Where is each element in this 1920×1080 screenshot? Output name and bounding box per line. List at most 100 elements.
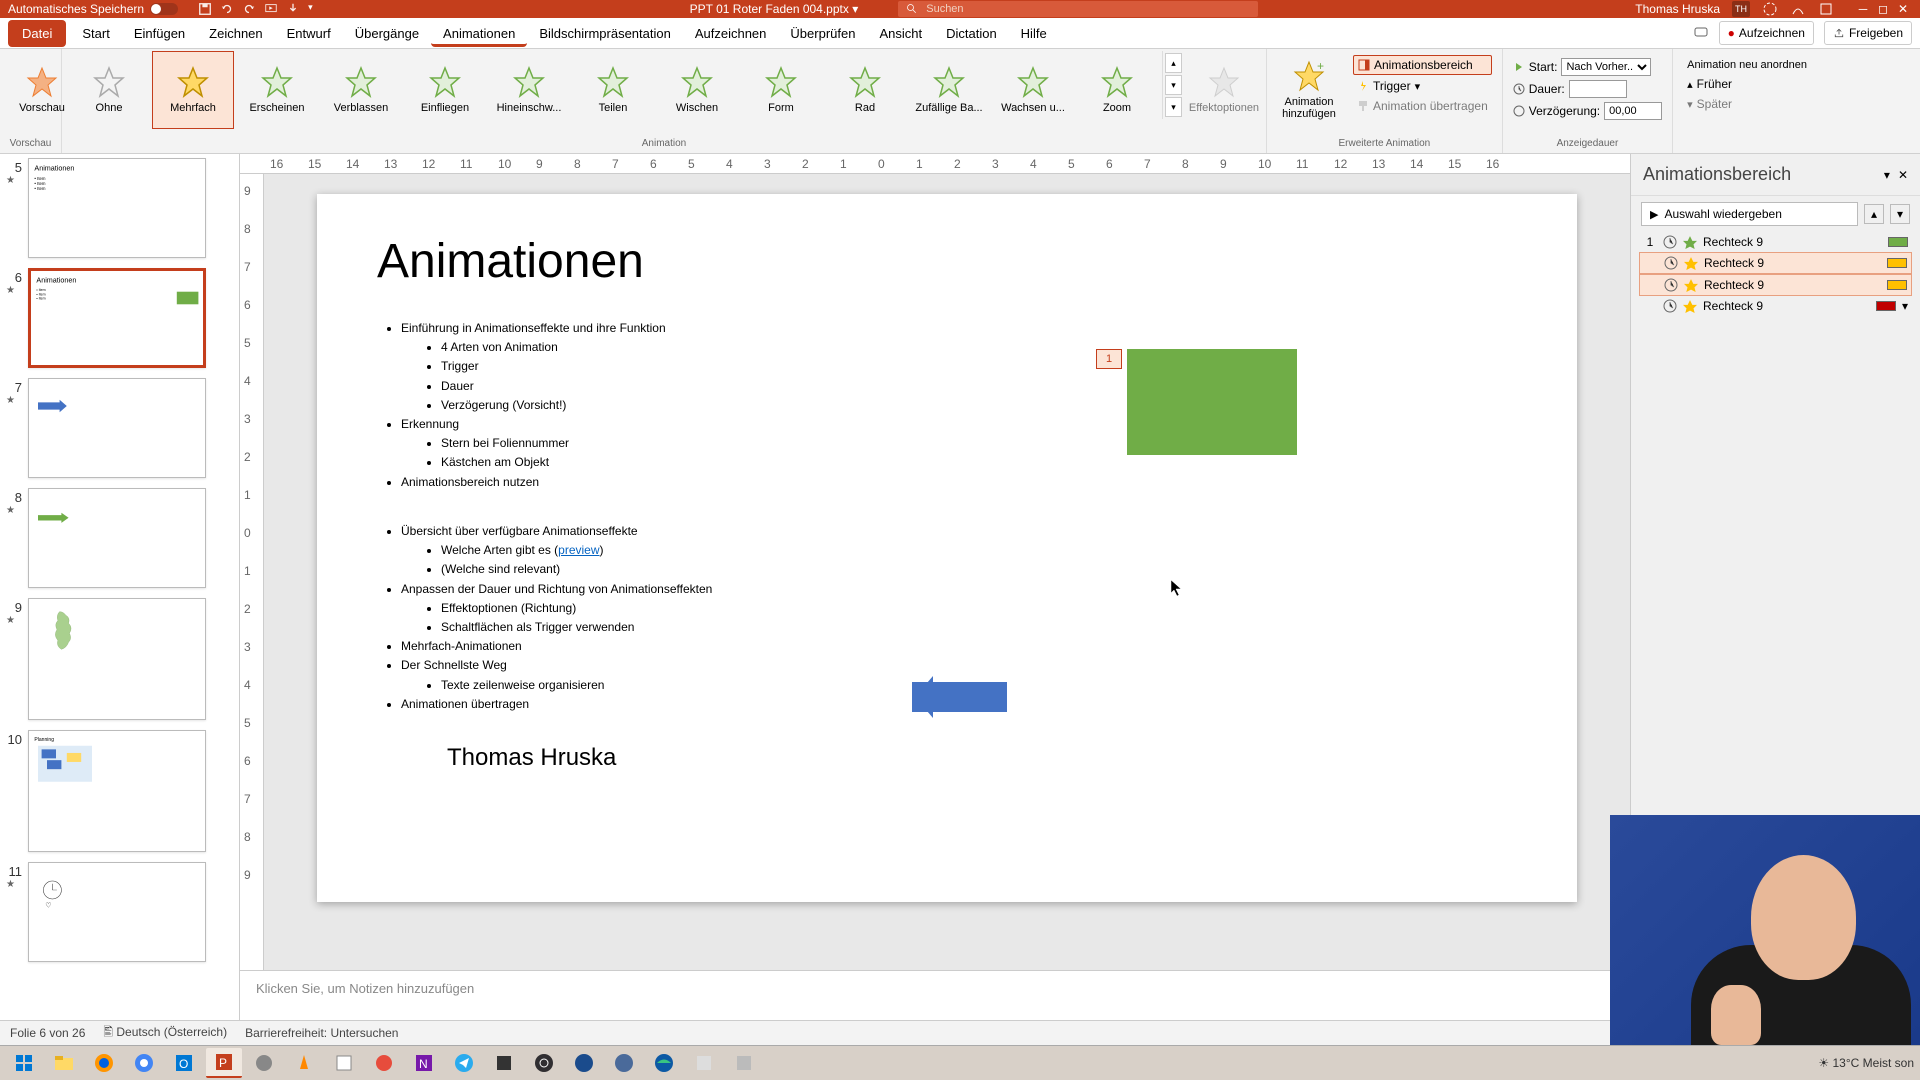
outlook-icon[interactable]: O bbox=[166, 1048, 202, 1078]
record-button[interactable]: ●Aufzeichnen bbox=[1719, 21, 1814, 45]
gallery-down-icon[interactable]: ▾ bbox=[1165, 75, 1182, 95]
anim-wachsenu[interactable]: Wachsen u... bbox=[992, 51, 1074, 129]
anim-mehrfach[interactable]: Mehrfach bbox=[152, 51, 234, 129]
obs-icon[interactable] bbox=[526, 1048, 562, 1078]
menu-zeichnen[interactable]: Zeichnen bbox=[197, 20, 274, 47]
anim-form[interactable]: Form bbox=[740, 51, 822, 129]
slide-bullets[interactable]: Einführung in Animationseffekte und ihre… bbox=[377, 319, 1517, 714]
touch-icon[interactable] bbox=[286, 2, 300, 16]
anim-hineinschw[interactable]: Hineinschw... bbox=[488, 51, 570, 129]
anim-zuflligeba[interactable]: Zufällige Ba... bbox=[908, 51, 990, 129]
app-icon-3[interactable] bbox=[366, 1048, 402, 1078]
menu-aufzeichnen[interactable]: Aufzeichnen bbox=[683, 20, 779, 47]
add-animation-button[interactable]: + Animation hinzufügen bbox=[1273, 51, 1345, 129]
user-avatar[interactable]: TH bbox=[1732, 1, 1750, 17]
save-icon[interactable] bbox=[198, 2, 212, 16]
app-icon-2[interactable] bbox=[326, 1048, 362, 1078]
start-select[interactable]: Nach Vorher... bbox=[1561, 58, 1651, 76]
menu-bildschirmpräsentation[interactable]: Bildschirmpräsentation bbox=[527, 20, 683, 47]
thumbnail-9[interactable] bbox=[28, 598, 206, 720]
powerpoint-icon[interactable]: P bbox=[206, 1048, 242, 1078]
anim-pane-dropdown-icon[interactable]: ▾ bbox=[1884, 168, 1890, 182]
menu-übergänge[interactable]: Übergänge bbox=[343, 20, 431, 47]
filename[interactable]: PPT 01 Roter Faden 004.pptx ▾ bbox=[690, 2, 859, 16]
delay-input[interactable] bbox=[1604, 102, 1662, 120]
anim-erscheinen[interactable]: Erscheinen bbox=[236, 51, 318, 129]
menu-hilfe[interactable]: Hilfe bbox=[1009, 20, 1059, 47]
animation-tag[interactable]: 1 bbox=[1096, 349, 1122, 369]
anim-zoom[interactable]: Zoom bbox=[1076, 51, 1158, 129]
present-icon[interactable] bbox=[264, 2, 278, 16]
app-icon-1[interactable] bbox=[246, 1048, 282, 1078]
slide-author[interactable]: Thomas Hruska bbox=[377, 744, 1517, 772]
undo-icon[interactable] bbox=[220, 2, 234, 16]
weather-widget[interactable]: ☀ 13°C Meist son bbox=[1818, 1056, 1914, 1070]
draw-icon[interactable] bbox=[1790, 1, 1806, 17]
onenote-icon[interactable]: N bbox=[406, 1048, 442, 1078]
play-selection-button[interactable]: ▶ Auswahl wiedergeben bbox=[1641, 202, 1858, 226]
slide[interactable]: Animationen Einführung in Animationseffe… bbox=[317, 194, 1577, 902]
thumbnail-10[interactable]: Planning bbox=[28, 730, 206, 852]
sync-icon[interactable] bbox=[1762, 1, 1778, 17]
slide-canvas[interactable]: Animationen Einführung in Animationseffe… bbox=[264, 174, 1630, 970]
comments-icon[interactable] bbox=[1693, 25, 1709, 41]
chrome-icon[interactable] bbox=[126, 1048, 162, 1078]
anim-pane-button[interactable]: Animationsbereich bbox=[1353, 55, 1492, 75]
gallery-more-icon[interactable]: ▾ bbox=[1165, 97, 1182, 117]
anim-teilen[interactable]: Teilen bbox=[572, 51, 654, 129]
thumbnail-5[interactable]: Animationen• Item• Item• Item bbox=[28, 158, 206, 258]
anim-verblassen[interactable]: Verblassen bbox=[320, 51, 402, 129]
maximize-button[interactable]: ◻ bbox=[1874, 2, 1892, 16]
menu-animationen[interactable]: Animationen bbox=[431, 20, 527, 47]
search-input[interactable] bbox=[926, 3, 1250, 15]
user-name[interactable]: Thomas Hruska bbox=[1635, 2, 1720, 16]
anim-list-item[interactable]: Rechteck 9▾ bbox=[1639, 296, 1912, 316]
blue-arrow[interactable] bbox=[912, 682, 1007, 712]
app-icon-7[interactable] bbox=[686, 1048, 722, 1078]
thumbnail-11[interactable]: ♡ bbox=[28, 862, 206, 962]
menu-einfügen[interactable]: Einfügen bbox=[122, 20, 197, 47]
firefox-icon[interactable] bbox=[86, 1048, 122, 1078]
app-icon-4[interactable] bbox=[486, 1048, 522, 1078]
menu-überprüfen[interactable]: Überprüfen bbox=[778, 20, 867, 47]
anim-list-item[interactable]: Rechteck 9 bbox=[1639, 252, 1912, 274]
slide-title[interactable]: Animationen bbox=[377, 234, 1517, 289]
anim-rad[interactable]: Rad bbox=[824, 51, 906, 129]
autosave-toggle[interactable]: Automatisches Speichern bbox=[8, 2, 178, 16]
menu-start[interactable]: Start bbox=[70, 20, 121, 47]
green-rectangle[interactable] bbox=[1127, 349, 1297, 455]
share-button[interactable]: Freigeben bbox=[1824, 21, 1912, 45]
thumbnail-6[interactable]: Animationen• Item• Item• Item bbox=[28, 268, 206, 368]
menu-entwurf[interactable]: Entwurf bbox=[275, 20, 343, 47]
gallery-scroll[interactable]: ▴ ▾ ▾ bbox=[1162, 51, 1184, 119]
window-icon[interactable] bbox=[1818, 1, 1834, 17]
anim-down-button[interactable]: ▾ bbox=[1890, 204, 1910, 224]
thumbnail-8[interactable] bbox=[28, 488, 206, 588]
thumbnail-panel[interactable]: 5★Animationen• Item• Item• Item6★Animati… bbox=[0, 154, 240, 1020]
notes-pane[interactable]: Klicken Sie, um Notizen hinzuzufügen bbox=[240, 970, 1630, 1020]
vlc-icon[interactable] bbox=[286, 1048, 322, 1078]
menu-ansicht[interactable]: Ansicht bbox=[867, 20, 934, 47]
earlier-button[interactable]: ▴ Früher bbox=[1683, 75, 1811, 93]
trigger-button[interactable]: Trigger ▾ bbox=[1353, 77, 1492, 95]
anim-ohne[interactable]: Ohne bbox=[68, 51, 150, 129]
redo-icon[interactable] bbox=[242, 2, 256, 16]
telegram-icon[interactable] bbox=[446, 1048, 482, 1078]
minimize-button[interactable]: ─ bbox=[1854, 2, 1872, 16]
anim-list-item[interactable]: Rechteck 9 bbox=[1639, 274, 1912, 296]
menu-dictation[interactable]: Dictation bbox=[934, 20, 1009, 47]
slide-counter[interactable]: Folie 6 von 26 bbox=[10, 1026, 85, 1040]
accessibility-status[interactable]: Barrierefreiheit: Untersuchen bbox=[245, 1026, 398, 1040]
anim-list-item[interactable]: 1Rechteck 9 bbox=[1639, 232, 1912, 252]
explorer-icon[interactable] bbox=[46, 1048, 82, 1078]
search-box[interactable] bbox=[898, 1, 1258, 17]
close-button[interactable]: ✕ bbox=[1894, 2, 1912, 16]
language-status[interactable]: 🖺 Deutsch (Österreich) bbox=[103, 1023, 227, 1044]
start-button[interactable] bbox=[6, 1048, 42, 1078]
anim-einfliegen[interactable]: Einfliegen bbox=[404, 51, 486, 129]
edge-icon[interactable] bbox=[646, 1048, 682, 1078]
thumbnail-7[interactable] bbox=[28, 378, 206, 478]
app-icon-5[interactable] bbox=[566, 1048, 602, 1078]
anim-wischen[interactable]: Wischen bbox=[656, 51, 738, 129]
duration-input[interactable] bbox=[1569, 80, 1627, 98]
